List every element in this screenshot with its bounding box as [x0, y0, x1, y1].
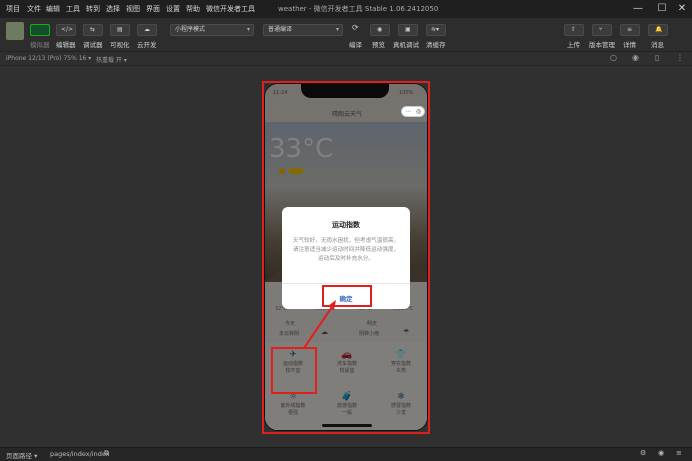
clear-cache-label: 清缓存 — [426, 41, 446, 49]
menu-item-view[interactable]: 视图 — [126, 4, 140, 14]
device-select[interactable]: iPhone 12/13 (Pro) 75% 16 ▾ — [6, 55, 91, 62]
preview-label: 预览 — [372, 41, 385, 49]
menu-icon: ≡ — [627, 26, 633, 33]
menu-item-goto[interactable]: 转到 — [86, 4, 100, 14]
eye-icon[interactable]: ◉ — [658, 449, 664, 457]
menu-item-file[interactable]: 文件 — [27, 4, 41, 14]
menu-item-tools[interactable]: 工具 — [66, 4, 80, 14]
editor-label: 编辑器 — [56, 41, 76, 49]
bell-icon: 🔔 — [655, 26, 663, 33]
upload-button[interactable]: ⇧ — [564, 24, 584, 36]
compile-select-value: 普通编译 — [268, 26, 293, 33]
menu-item-select[interactable]: 选择 — [106, 4, 120, 14]
annotation-arrow — [303, 300, 336, 349]
messages-button[interactable]: 🔔 — [648, 24, 668, 36]
settings-icon[interactable]: ⚙ — [640, 449, 646, 457]
menu-item-settings[interactable]: 设置 — [166, 4, 180, 14]
upload-label: 上传 — [567, 41, 580, 49]
window-title: weather - 微信开发者工具 Stable 1.06.2412050 — [278, 5, 439, 13]
record-icon[interactable]: ○ — [610, 53, 617, 62]
menu-item-edit[interactable]: 编辑 — [46, 4, 60, 14]
device-debug-button[interactable]: ▣ — [398, 24, 418, 36]
avatar[interactable] — [6, 22, 24, 40]
upload-icon: ⇧ — [571, 26, 577, 33]
cloud-icon: ☁ — [144, 26, 150, 33]
compile-select[interactable]: 普通编译 ▾ — [263, 24, 343, 36]
phone-debug-icon: ▣ — [405, 26, 411, 33]
menu-item-help[interactable]: 帮助 — [186, 4, 200, 14]
minimize-icon[interactable]: — — [632, 3, 644, 15]
menu-bar: 项目 文件 编辑 工具 转到 选择 视图 界面 设置 帮助 微信开发者工具 we… — [0, 0, 692, 18]
mode-select[interactable]: 小程序模式 ▾ — [170, 24, 254, 36]
visual-label: 可视化 — [110, 41, 130, 49]
maximize-icon[interactable]: ☐ — [656, 3, 668, 15]
page-path[interactable]: pages/index/index — [50, 450, 110, 458]
menu-item-project[interactable]: 项目 — [6, 4, 20, 14]
annotation-box-exercise-tip — [271, 347, 317, 394]
compile-label: 编译 — [349, 41, 362, 49]
clear-cache-button[interactable]: ≋▾ — [426, 24, 446, 36]
layers-icon: ≋▾ — [431, 26, 440, 33]
cloud-button[interactable]: ☁ — [137, 24, 157, 36]
simulator-label: 模拟器 — [30, 41, 50, 49]
chevron-down-icon: ▾ — [335, 26, 339, 33]
compile-icon[interactable]: ⟳ — [352, 23, 359, 32]
cloud-label: 云开发 — [137, 41, 157, 49]
page-path-label[interactable]: 页面路径 ▾ — [6, 450, 37, 460]
device-debug-label: 真机调试 — [393, 41, 419, 49]
toolbar: 模拟器 </> 编辑器 ⇆ 调试器 ▤ 可视化 ☁ 云开发 小程序模式 ▾ 普通编… — [0, 18, 692, 52]
debug-icon: ⇆ — [90, 26, 96, 33]
hotreload-select[interactable]: 热重载 开 ▾ — [96, 55, 127, 64]
mode-select-value: 小程序模式 — [175, 26, 206, 33]
version-button[interactable]: ⑂ — [592, 24, 612, 36]
details-label: 详情 — [623, 41, 636, 49]
menu-item-interface[interactable]: 界面 — [146, 4, 160, 14]
chevron-down-icon: ▾ — [246, 26, 250, 33]
eye-icon: ◉ — [377, 26, 383, 33]
menu-icon[interactable]: ≡ — [676, 449, 682, 457]
device-bar: iPhone 12/13 (Pro) 75% 16 ▾ 热重载 开 ▾ ○ ◉ … — [0, 52, 692, 66]
details-button[interactable]: ≡ — [620, 24, 640, 36]
target-icon[interactable]: ◉ — [632, 53, 639, 62]
preview-button[interactable]: ◉ — [370, 24, 390, 36]
code-icon: </> — [61, 26, 74, 33]
menu-item-devtools[interactable]: 微信开发者工具 — [206, 4, 255, 14]
debugger-label: 调试器 — [83, 41, 103, 49]
close-icon[interactable]: ✕ — [676, 3, 688, 15]
phone-icon[interactable]: ▯ — [655, 53, 659, 62]
version-label: 版本管理 — [589, 41, 615, 49]
messages-label: 消息 — [651, 41, 664, 49]
layout-icon: ▤ — [117, 26, 123, 33]
more-icon[interactable]: ⋮ — [676, 53, 684, 62]
status-footer: 页面路径 ▾ pages/index/index ⧉ ⚙ ◉ ≡ — [0, 447, 692, 461]
visual-button[interactable]: ▤ — [110, 24, 130, 36]
debugger-button[interactable]: ⇆ — [83, 24, 103, 36]
branch-icon: ⑂ — [599, 26, 603, 33]
editor-button[interactable]: </> — [56, 24, 76, 36]
simulator-button[interactable] — [30, 24, 50, 36]
copy-icon[interactable]: ⧉ — [104, 449, 109, 458]
